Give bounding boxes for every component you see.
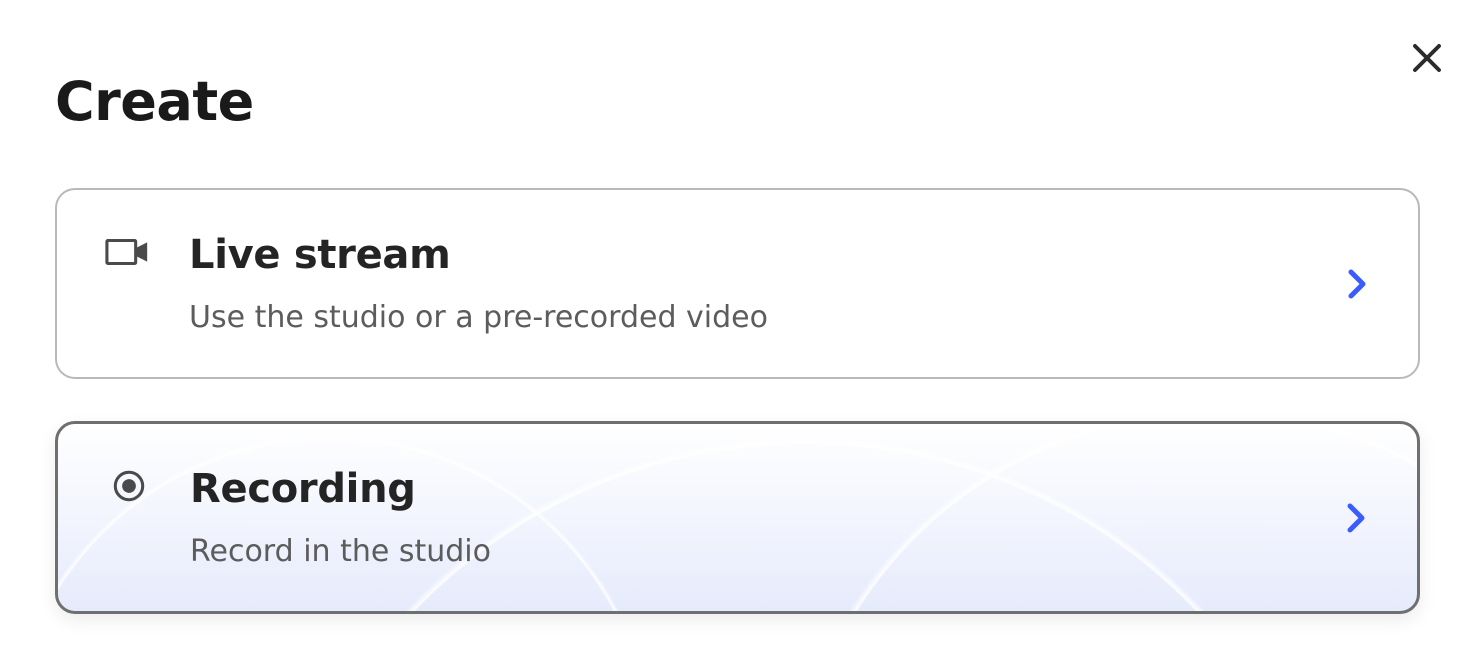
option-description: Use the studio or a pre-recorded video xyxy=(189,300,1344,335)
chevron-right-icon xyxy=(1343,498,1369,538)
video-camera-icon xyxy=(105,236,165,268)
option-texts: Live stream Use the studio or a pre-reco… xyxy=(189,232,1344,335)
option-title: Recording xyxy=(190,466,1343,512)
option-live-stream[interactable]: Live stream Use the studio or a pre-reco… xyxy=(55,188,1420,379)
record-icon xyxy=(106,470,166,502)
option-description: Record in the studio xyxy=(190,534,1343,569)
close-icon xyxy=(1409,40,1445,76)
chevron-right-icon xyxy=(1344,264,1370,304)
dialog-title: Create xyxy=(55,70,1420,133)
option-texts: Recording Record in the studio xyxy=(190,466,1343,569)
close-button[interactable] xyxy=(1409,40,1445,76)
option-title: Live stream xyxy=(189,232,1344,278)
create-dialog: Create Live stream Use the studio or a p… xyxy=(0,0,1475,614)
option-recording[interactable]: Recording Record in the studio xyxy=(55,421,1420,614)
